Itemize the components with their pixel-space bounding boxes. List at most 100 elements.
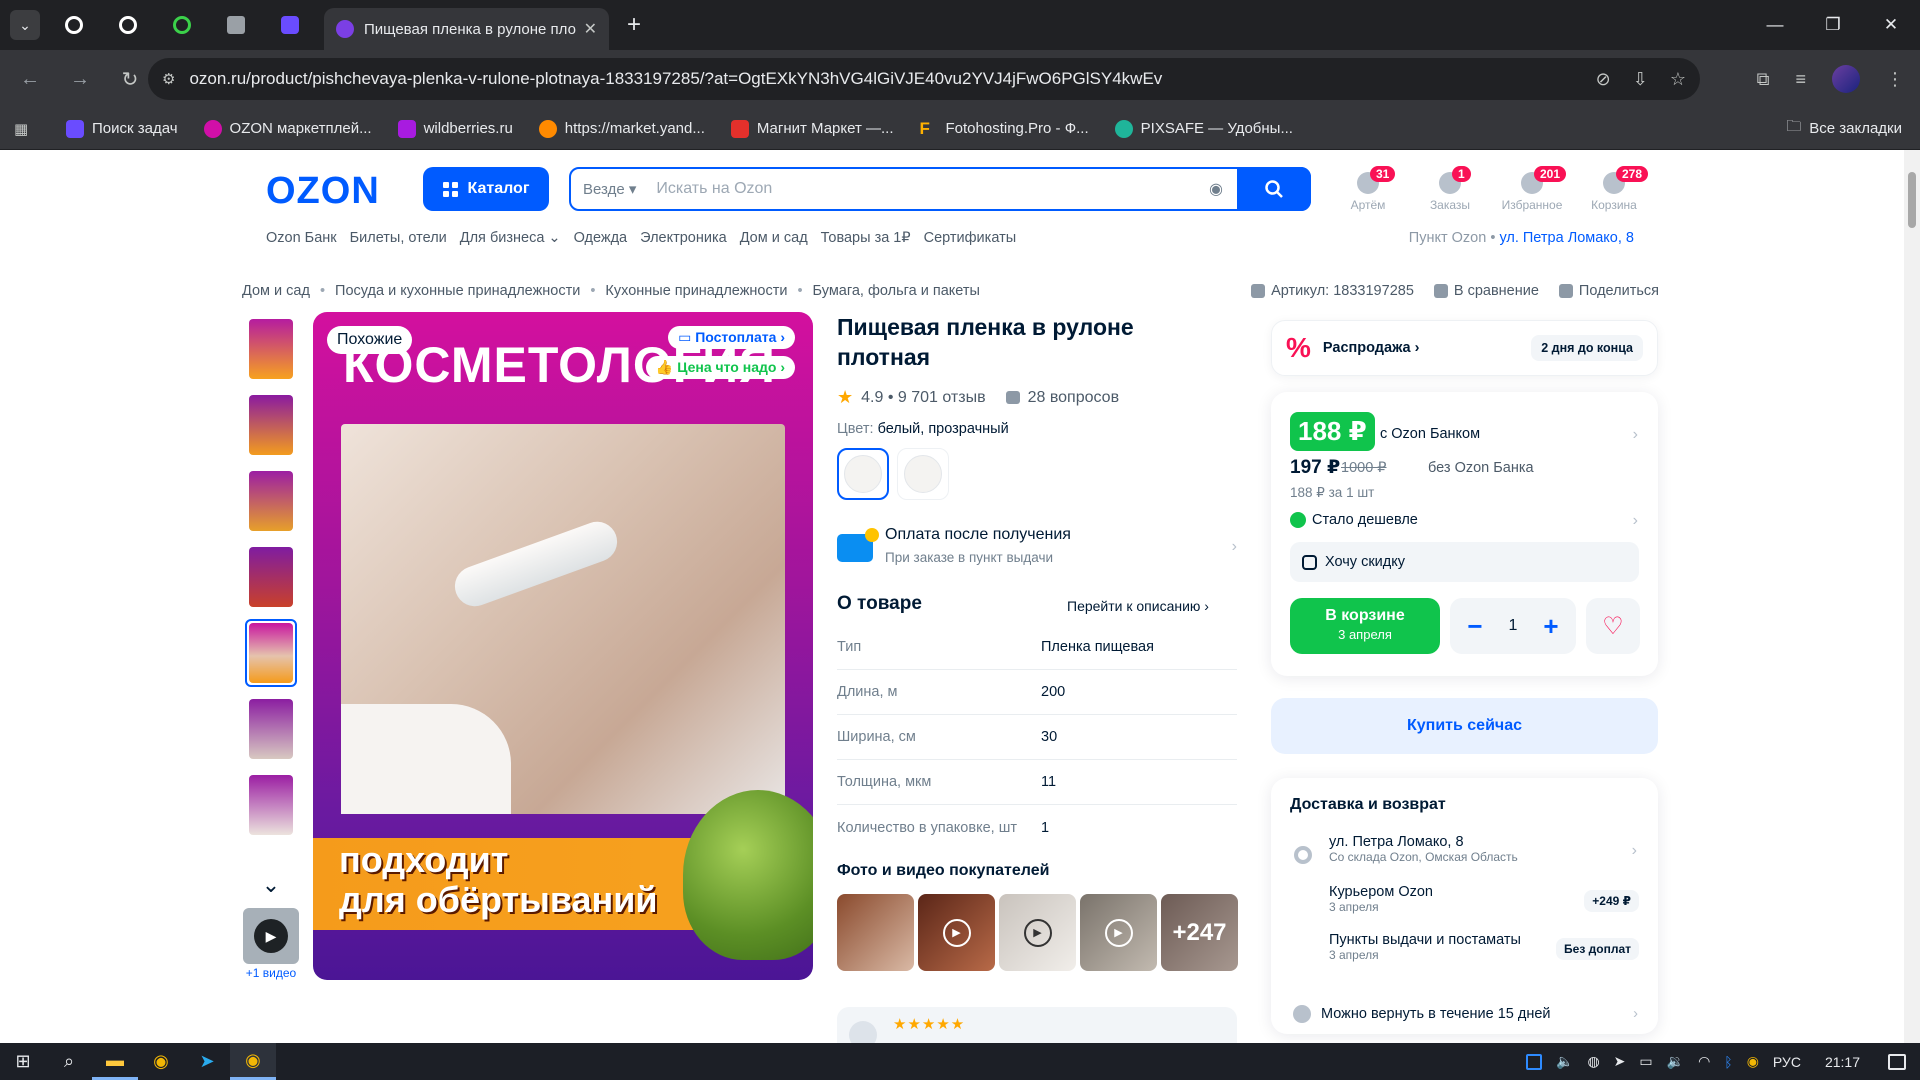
telegram-icon[interactable]: ➤ [184, 1043, 230, 1080]
compare-button[interactable]: В сравнение [1433, 283, 1539, 299]
customer-video[interactable]: ▶ [918, 894, 995, 971]
delivery-option[interactable]: Пункты выдачи и постаматы 3 апреля Без д… [1329, 932, 1639, 962]
similar-chip[interactable]: Похожие [327, 326, 413, 354]
about-link[interactable]: Перейти к описанию › [1067, 598, 1209, 614]
delivery-option[interactable]: Курьером Ozon 3 апреля +249 ₽ [1329, 884, 1639, 914]
telegram-tray-icon[interactable]: ➤ [1614, 1053, 1626, 1070]
subnav-ozon-bank[interactable]: Ozon Банк [266, 230, 337, 246]
steam-icon[interactable]: ◍ [1587, 1053, 1599, 1070]
all-bookmarks[interactable]: 🗀 Все закладки [1786, 116, 1902, 141]
ozon-logo[interactable]: OZON [266, 170, 380, 213]
eye-off-icon[interactable]: ⊘ [1596, 69, 1611, 90]
search-input[interactable]: Искать на Ozon [656, 180, 1209, 198]
thumbnail-selected[interactable] [245, 619, 297, 687]
favorites-link[interactable]: 201 Избранное [1502, 166, 1567, 212]
omnibox[interactable]: ⚙ ozon.ru/product/pishchevaya-plenka-v-r… [148, 58, 1700, 100]
apps-grid-icon[interactable]: ▦ [14, 120, 34, 138]
rating-row[interactable]: ★ 4.9 • 9 701 отзыв 28 вопросов [837, 387, 1119, 408]
windows-start-icon[interactable]: ⊞ [0, 1043, 46, 1080]
back-icon[interactable]: ← [10, 59, 50, 99]
thumbnail[interactable] [245, 695, 297, 763]
media-icon[interactable]: ≡ [1795, 69, 1806, 90]
bookmark-item[interactable]: Поиск задач [66, 119, 178, 138]
delivery-option[interactable]: ул. Петра Ломако, 8 Со склада Ozon, Омск… [1329, 834, 1639, 864]
price-with-card-label[interactable]: с Ozon Банком [1380, 426, 1480, 442]
review-preview[interactable]: ★★★★★ [837, 1007, 1237, 1043]
thumbnail[interactable] [245, 543, 297, 611]
bookmark-item[interactable]: wildberries.ru [397, 119, 513, 138]
forward-icon[interactable]: → [60, 59, 100, 99]
close-window-icon[interactable]: ✕ [1862, 0, 1920, 50]
customer-video[interactable]: ▶ [999, 894, 1076, 971]
extensions-icon[interactable]: ⧉ [1757, 69, 1770, 90]
postpay-chip[interactable]: ▭ Постоплата › [668, 326, 795, 349]
notifications-icon[interactable] [1888, 1053, 1906, 1070]
pinned-tab-2[interactable] [108, 5, 148, 45]
page-scrollbar[interactable] [1904, 150, 1920, 1043]
new-tab-button[interactable]: + [627, 11, 641, 39]
catalog-button[interactable]: Каталог [423, 167, 549, 211]
profile-link[interactable]: 31 Артём [1344, 166, 1396, 212]
pinned-tab-4[interactable] [216, 5, 256, 45]
menu-icon[interactable]: ⋮ [1886, 69, 1904, 90]
close-tab-icon[interactable]: ✕ [584, 19, 597, 39]
active-tab[interactable]: Пищевая пленка в рулоне пло ✕ [324, 8, 609, 50]
language-indicator[interactable]: РУС [1773, 1054, 1801, 1070]
color-swatch[interactable] [897, 448, 949, 500]
chrome-tray-icon[interactable]: ◉ [1747, 1053, 1759, 1070]
speaker-icon[interactable]: 🔉 [1667, 1053, 1684, 1070]
thumbnail[interactable] [245, 467, 297, 535]
bookmark-item[interactable]: OZON маркетплей... [203, 119, 372, 138]
breadcrumb-item[interactable]: Посуда и кухонные принадлежности [335, 283, 580, 299]
share-button[interactable]: Поделиться [1558, 283, 1659, 299]
pinned-tab-5[interactable] [270, 5, 310, 45]
screen-icon[interactable] [1526, 1053, 1542, 1070]
reload-icon[interactable]: ↻ [110, 59, 150, 99]
bookmark-item[interactable]: Магнит Маркет —... [730, 119, 894, 138]
camera-icon[interactable]: ◉ [1209, 179, 1223, 199]
chevron-down-icon[interactable]: ⌄ [245, 872, 297, 898]
pickup-point[interactable]: Пункт Ozon • ул. Петра Ломако, 8 [1409, 230, 1634, 246]
install-icon[interactable]: ⇩ [1633, 69, 1648, 90]
subnav-business[interactable]: Для бизнеса ⌄ [460, 230, 561, 246]
thumbnail[interactable] [245, 315, 297, 383]
battery-icon[interactable]: ▭ [1639, 1053, 1652, 1070]
search-button[interactable] [1237, 167, 1311, 211]
url-text[interactable]: ozon.ru/product/pishchevaya-plenka-v-rul… [189, 69, 1162, 89]
breadcrumb-item[interactable]: Кухонные принадлежности [605, 283, 787, 299]
price-drop[interactable]: Стало дешевле [1290, 512, 1418, 528]
file-explorer-icon[interactable]: ▬ [92, 1043, 138, 1080]
restore-icon[interactable]: ❐ [1804, 0, 1862, 50]
bookmark-item[interactable]: PIXSAFE — Удобны... [1114, 119, 1293, 138]
color-swatch-selected[interactable] [837, 448, 889, 500]
minus-button[interactable]: − [1462, 611, 1488, 642]
buy-now-button[interactable]: Купить сейчас [1271, 698, 1658, 754]
orders-link[interactable]: 1 Заказы [1426, 166, 1474, 212]
pinned-tab-3[interactable] [162, 5, 202, 45]
search-scope-select[interactable]: Везде ▾ [583, 180, 648, 198]
chrome-active-icon[interactable]: ◉ [230, 1043, 276, 1080]
pinned-tab-1[interactable] [54, 5, 94, 45]
bookmark-item[interactable]: https://market.yand... [538, 119, 705, 138]
subnav-clothes[interactable]: Одежда [574, 230, 628, 246]
chevron-right-icon[interactable]: › [1633, 512, 1638, 530]
more-photos[interactable]: +247 [1161, 894, 1238, 971]
volume-icon[interactable]: 🔈 [1556, 1053, 1573, 1070]
product-main-image[interactable]: КОСМЕТОЛОГИЯ подходит для обёртываний По… [313, 312, 813, 980]
thumbnail[interactable] [245, 391, 297, 459]
cart-link[interactable]: 278 Корзина [1590, 166, 1649, 212]
subnav-certificates[interactable]: Сертификаты [924, 230, 1017, 246]
bluetooth-icon[interactable]: ᛒ [1724, 1054, 1732, 1070]
plus-button[interactable]: + [1538, 611, 1564, 642]
want-discount-button[interactable]: Хочу скидку [1290, 542, 1639, 582]
bookmark-item[interactable]: F Fotohosting.Pro - Ф... [920, 119, 1089, 138]
site-info-icon[interactable]: ⚙ [162, 70, 175, 88]
star-bookmark-icon[interactable]: ☆ [1670, 69, 1686, 90]
subnav-electronics[interactable]: Электроника [640, 230, 727, 246]
customer-video[interactable]: ▶ [1080, 894, 1157, 971]
article-number[interactable]: Артикул: 1833197285 [1251, 283, 1414, 299]
favorite-button[interactable]: ♡ [1586, 598, 1640, 654]
search-icon[interactable]: ⌕ [46, 1043, 92, 1080]
chrome-icon[interactable]: ◉ [138, 1043, 184, 1080]
clock[interactable]: 21:17 [1825, 1054, 1860, 1070]
